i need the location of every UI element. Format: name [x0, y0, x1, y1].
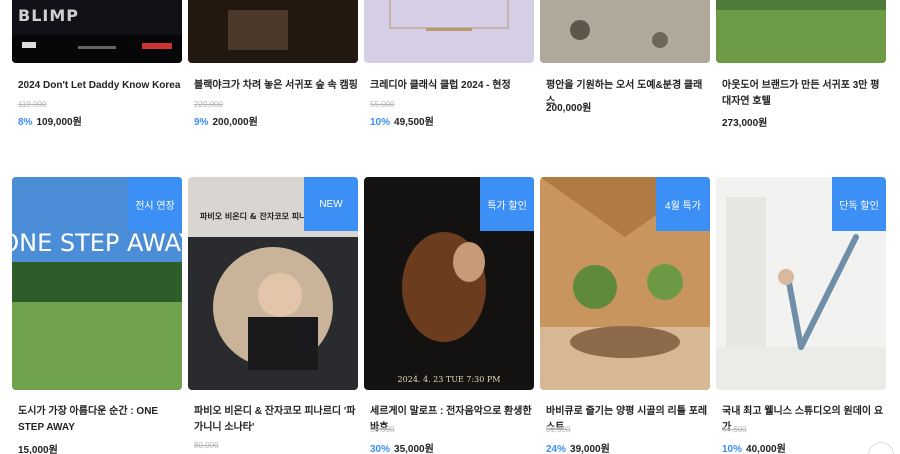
- discount-rate: 30%: [370, 444, 391, 454]
- product-thumbnail[interactable]: 2024. 4. 23 TUE 7:30 PM 특가 할인: [364, 177, 534, 390]
- product-thumbnail[interactable]: [188, 0, 358, 63]
- sale-price: 200,000원: [212, 117, 258, 128]
- product-title[interactable]: 세르게이 말로프 : 전자음악으로 환생한 바흐: [370, 404, 534, 436]
- product-thumbnail[interactable]: [716, 0, 886, 63]
- price-line: 200,000원: [546, 99, 591, 114]
- price-line: 10% 40,000원: [722, 440, 786, 454]
- price-line: 9% 200,000원: [194, 113, 258, 128]
- product-thumbnail[interactable]: 4월 특가: [540, 177, 710, 390]
- sale-price: 273,000원: [722, 118, 768, 129]
- original-price: 220,000: [194, 100, 223, 109]
- product-title[interactable]: 아웃도어 브랜드가 만든 서귀포 3만 평 대자연 호텔: [722, 78, 886, 110]
- sale-price: 49,500원: [394, 117, 434, 128]
- promo-badge: NEW: [304, 177, 358, 231]
- sale-price: 39,000원: [570, 444, 610, 454]
- price-line: 8% 109,000원: [18, 113, 82, 128]
- original-price: 119,000: [18, 100, 47, 109]
- sale-price: 109,000원: [36, 117, 82, 128]
- poster-headline: ONE STEP AWAY: [12, 229, 182, 257]
- sale-price: 200,000원: [546, 103, 592, 114]
- product-thumbnail[interactable]: ONE STEP AWAY 전시 연장: [12, 177, 182, 390]
- product-title[interactable]: 바비큐로 즐기는 양평 시골의 리틀 포레스트: [546, 404, 710, 436]
- price-line: 24% 39,000원: [546, 440, 610, 454]
- product-thumbnail[interactable]: 단독 할인: [716, 177, 886, 390]
- discount-rate: 24%: [546, 444, 567, 454]
- product-title[interactable]: 크레디아 클래식 클럽 2024 - 현정: [370, 78, 534, 94]
- discount-rate: 9%: [194, 117, 209, 128]
- original-price: 44,600: [722, 425, 747, 434]
- product-thumbnail[interactable]: [540, 0, 710, 63]
- price-line: 30% 35,000원: [370, 440, 434, 454]
- promo-badge: 특가 할인: [480, 177, 534, 231]
- product-thumbnail[interactable]: 파비오 비온디 & 잔자코모 피나르디 '파가니니 소나타' NEW: [188, 177, 358, 390]
- discount-rate: 8%: [18, 117, 33, 128]
- original-price: 50,000: [370, 425, 395, 434]
- promo-badge: 단독 할인: [832, 177, 886, 231]
- product-title[interactable]: 파비오 비온디 & 잔자코모 피나르디 '파가니니 소나타': [194, 404, 358, 436]
- product-title[interactable]: 국내 최고 웰니스 스튜디오의 원데이 요가: [722, 404, 886, 436]
- product-thumbnail[interactable]: [364, 0, 534, 63]
- promo-badge: 4월 특가: [656, 177, 710, 231]
- sale-price: 15,000원: [18, 445, 58, 454]
- discount-rate: 10%: [722, 444, 743, 454]
- price-line: 273,000원: [722, 114, 767, 129]
- sale-price: 40,000원: [746, 444, 786, 454]
- poster-date: 2024. 4. 23 TUE 7:30 PM: [398, 375, 501, 384]
- product-title[interactable]: 도시가 가장 아름다운 순간 : ONE STEP AWAY: [18, 404, 182, 436]
- original-price: 55,000: [370, 100, 395, 109]
- price-line: 15,000원: [18, 441, 58, 454]
- scroll-top-button[interactable]: [868, 442, 894, 454]
- promo-badge: 전시 연장: [128, 177, 182, 231]
- price-line: 10% 49,500원: [370, 113, 434, 128]
- brand-logo[interactable]: BLIMP: [18, 6, 79, 25]
- discount-rate: 10%: [370, 117, 391, 128]
- product-title[interactable]: 2024 Don't Let Daddy Know Korea: [18, 78, 182, 94]
- original-price: 51,000: [546, 425, 571, 434]
- original-price: 80,000: [194, 441, 219, 450]
- sale-price: 35,000원: [394, 444, 434, 454]
- product-title[interactable]: 블랙야크가 차려 놓은 서귀포 숲 속 캠핑: [194, 78, 358, 94]
